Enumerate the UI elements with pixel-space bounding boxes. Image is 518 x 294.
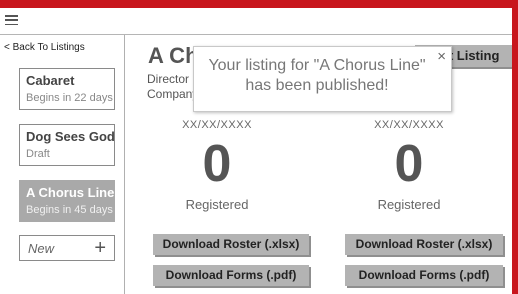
back-to-listings-link[interactable]: < Back To Listings [4, 42, 85, 53]
download-forms-button[interactable]: Download Forms (.pdf) [153, 265, 309, 286]
listing-title: Dog Sees God [26, 129, 115, 144]
performance-column-1: XX/XX/XXXX 0 Registered [137, 119, 297, 212]
top-bar [0, 8, 512, 35]
published-notification: Your listing for "A Chorus Line" has bee… [193, 46, 452, 112]
plus-icon: + [94, 237, 106, 259]
performance-date: XX/XX/XXXX [374, 119, 444, 131]
performance-date: XX/XX/XXXX [182, 119, 252, 131]
director-label: Director [147, 72, 190, 86]
listing-card-dog-sees-god[interactable]: Dog Sees God Draft [19, 124, 115, 166]
download-roster-button[interactable]: Download Roster (.xlsx) [153, 234, 309, 255]
listing-status: Begins in 22 days [26, 92, 113, 104]
download-forms-button[interactable]: Download Forms (.pdf) [345, 265, 503, 286]
listing-title: Cabaret [26, 73, 75, 88]
download-roster-button[interactable]: Download Roster (.xlsx) [345, 234, 503, 255]
company-label: Company [147, 87, 199, 101]
hamburger-icon[interactable] [5, 15, 18, 26]
new-listing-label: New [28, 240, 55, 256]
close-icon[interactable]: × [437, 49, 446, 65]
registered-count: 0 [394, 135, 424, 193]
registered-count: 0 [202, 135, 232, 193]
registered-label: Registered [185, 197, 249, 212]
listing-status: Begins in 45 days [26, 204, 113, 216]
listing-card-a-chorus-line[interactable]: A Chorus Line Begins in 45 days [19, 180, 115, 222]
listing-card-cabaret[interactable]: Cabaret Begins in 22 days [19, 68, 115, 110]
performance-column-2: XX/XX/XXXX 0 Registered [329, 119, 489, 212]
listing-title: A Chorus Line [26, 185, 115, 200]
registered-label: Registered [377, 197, 441, 212]
notification-message: Your listing for "A Chorus Line" has bee… [208, 57, 426, 94]
new-listing-button[interactable]: New + [19, 235, 115, 261]
sidebar: < Back To Listings Cabaret Begins in 22 … [0, 35, 125, 294]
listing-status: Draft [26, 148, 50, 160]
